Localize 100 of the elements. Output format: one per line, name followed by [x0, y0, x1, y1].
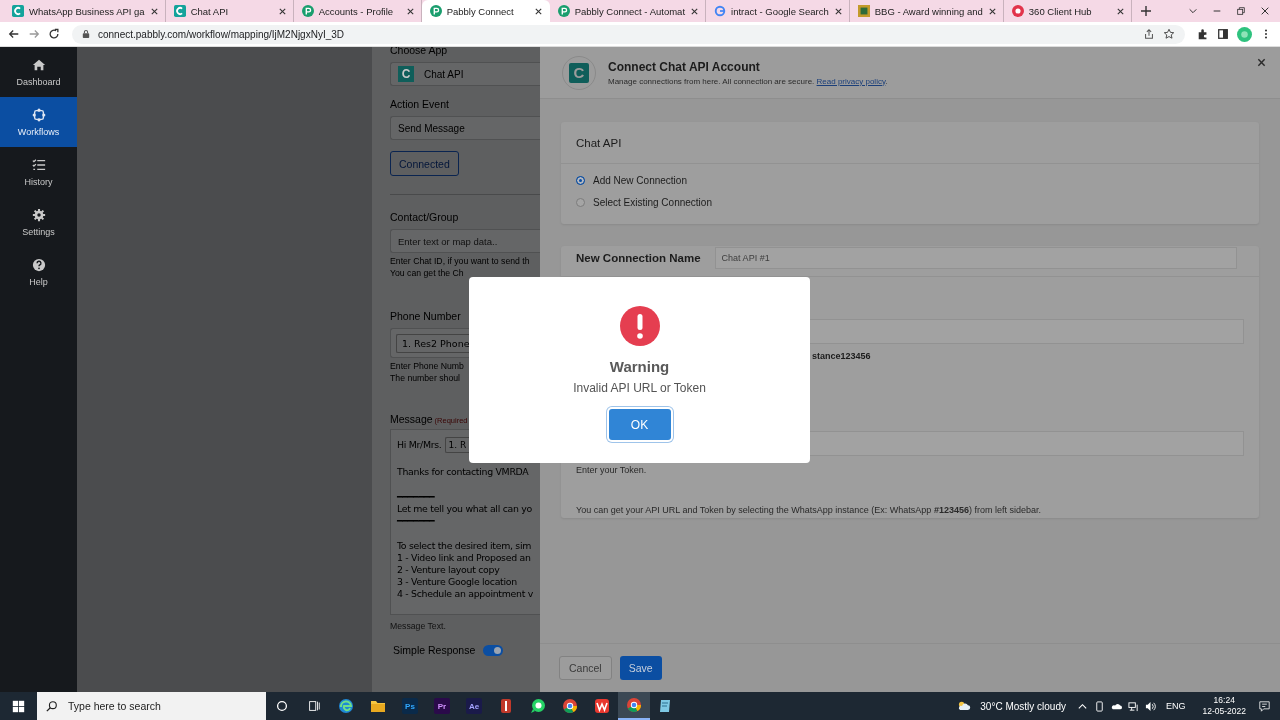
close-icon[interactable]	[1260, 6, 1270, 16]
toggle-switch[interactable]	[483, 644, 504, 656]
network-icon[interactable]	[1128, 700, 1139, 712]
star-icon[interactable]	[1163, 28, 1175, 40]
side-panel-icon[interactable]	[1217, 28, 1229, 40]
close-icon[interactable]	[1257, 58, 1266, 67]
app-favicon-icon	[12, 5, 24, 17]
notification-icon[interactable]	[1259, 700, 1270, 712]
folder-icon	[370, 698, 386, 714]
taskbar-app[interactable]: Ae	[458, 692, 490, 720]
help-text: You can get your API URL and Token by selecting the WhatsApp instance (Ex: WhatsApp #123456) from left sidebar.	[576, 505, 1042, 515]
sidebar-item[interactable]: Help	[0, 247, 77, 297]
help-text: Enter Phone Numb	[390, 360, 464, 372]
help-text: Enter Chat ID, if you want to send th	[390, 255, 530, 267]
task-view-icon[interactable]	[307, 699, 321, 713]
close-icon[interactable]	[1115, 6, 1125, 16]
language-indicator[interactable]: ENG	[1166, 701, 1186, 711]
edge-icon	[338, 698, 354, 714]
radio-button[interactable]	[576, 198, 585, 207]
message-line: 4 - Schedule an appointment v	[397, 588, 534, 600]
workflow-icon	[31, 107, 46, 122]
search-icon	[46, 700, 58, 712]
close-icon[interactable]	[987, 6, 997, 16]
pabbly-favicon-icon	[429, 5, 442, 17]
home-icon	[31, 57, 46, 72]
google-favicon-icon	[714, 5, 727, 17]
help-text: You can get the Ch	[390, 267, 464, 279]
chevron-down-icon[interactable]	[1188, 6, 1198, 16]
message-line: 2 - Venture layout copy	[397, 564, 501, 576]
windows-start-icon[interactable]	[12, 699, 25, 713]
field-label: Action Event	[390, 98, 449, 110]
ok-button[interactable]: OK	[608, 409, 671, 440]
sidebar-item[interactable]: Settings	[0, 197, 77, 247]
message-line: ━━━━━━━	[397, 515, 436, 527]
field-label: Choose App	[390, 47, 448, 56]
cortana-icon[interactable]	[275, 699, 289, 713]
weather-text[interactable]: 30°C Mostly cloudy	[980, 700, 1066, 712]
app-logo: Ps	[402, 698, 418, 714]
action-event-select[interactable]: Send Message	[390, 116, 540, 140]
clock[interactable]: 16:24 12-05-2022	[1202, 695, 1246, 717]
browser-tab[interactable]: Pabbly Connect	[421, 0, 550, 22]
message-line: 1 - Video link and Proposed an	[397, 552, 532, 564]
close-icon[interactable]	[405, 6, 415, 16]
panel-title: Connect Chat API Account	[608, 59, 761, 74]
restore-icon[interactable]	[1236, 6, 1246, 16]
cancel-button[interactable]: Cancel	[559, 656, 612, 680]
reload-icon[interactable]	[48, 28, 60, 40]
cloud-icon	[957, 699, 972, 713]
close-icon[interactable]	[149, 6, 159, 16]
wps-icon	[594, 698, 610, 714]
field-label: New Connection Name	[576, 252, 701, 264]
message-text-area[interactable]	[390, 429, 540, 615]
share-icon[interactable]	[1143, 28, 1155, 40]
image-favicon-icon	[857, 5, 870, 17]
save-button[interactable]: Save	[619, 656, 662, 680]
app-favicon-icon	[173, 5, 186, 17]
extensions-icon[interactable]	[1197, 28, 1209, 40]
radio-button[interactable]	[576, 176, 585, 185]
device-icon[interactable]	[1094, 700, 1105, 712]
message-line: Hi Mr/Mrs.	[397, 439, 442, 451]
close-icon[interactable]	[277, 6, 287, 16]
chrome-icon	[562, 698, 578, 714]
help-icon	[31, 257, 46, 272]
taskbar-search-field[interactable]: Type here to search	[37, 692, 266, 720]
sidebar-item[interactable]: Dashboard	[0, 47, 77, 97]
close-icon[interactable]	[690, 6, 700, 16]
app-select[interactable]: C Chat API	[390, 62, 540, 86]
app-logo: Pr	[434, 698, 450, 714]
message-line: To select the desired item, sim	[397, 540, 533, 552]
settings-icon	[31, 207, 46, 222]
back-icon[interactable]	[8, 28, 20, 40]
field-label: Contact/Group	[390, 211, 459, 223]
card-title: Chat API	[576, 136, 622, 149]
close-icon[interactable]	[833, 6, 843, 16]
close-icon[interactable]	[533, 6, 543, 16]
message-line: Let me tell you what all can yo	[397, 503, 533, 515]
checklist-icon	[31, 157, 46, 172]
app-logo: C	[398, 66, 414, 82]
new-tab-icon[interactable]	[1139, 5, 1152, 17]
help-text: Enter your Token.	[576, 465, 648, 475]
toggle-label: Simple Response	[393, 644, 476, 656]
radio-label: Select Existing Connection	[593, 197, 712, 208]
connection-name-field[interactable]: Chat API #1	[714, 247, 1237, 269]
field-label: Phone Number	[390, 310, 461, 322]
lock-icon	[82, 29, 90, 39]
chrome-icon	[626, 697, 642, 713]
volume-icon[interactable]	[1145, 700, 1156, 712]
warning-icon	[619, 306, 660, 346]
help-text: The number shoul	[390, 372, 461, 384]
sidebar-item[interactable]: Workflows	[0, 97, 77, 147]
address-bar[interactable]: connect.pabbly.com/workflow/mapping/IjM2NjgxNyI_3D	[72, 24, 1185, 44]
panel-subtitle: Manage connections from here. All connection are secure. Read privacy policy.	[608, 76, 889, 86]
taskbar-app[interactable]: Pr	[426, 692, 458, 720]
forward-icon[interactable]	[28, 28, 40, 40]
dialog-message: Invalid API URL or Token	[573, 381, 706, 395]
taskbar-app[interactable]: Ps	[394, 692, 426, 720]
pabbly-favicon-icon	[301, 5, 314, 17]
field-label: Message	[390, 413, 433, 425]
sidebar-item[interactable]: History	[0, 147, 77, 197]
contact-input-field[interactable]: Enter text or map data..	[390, 229, 540, 253]
